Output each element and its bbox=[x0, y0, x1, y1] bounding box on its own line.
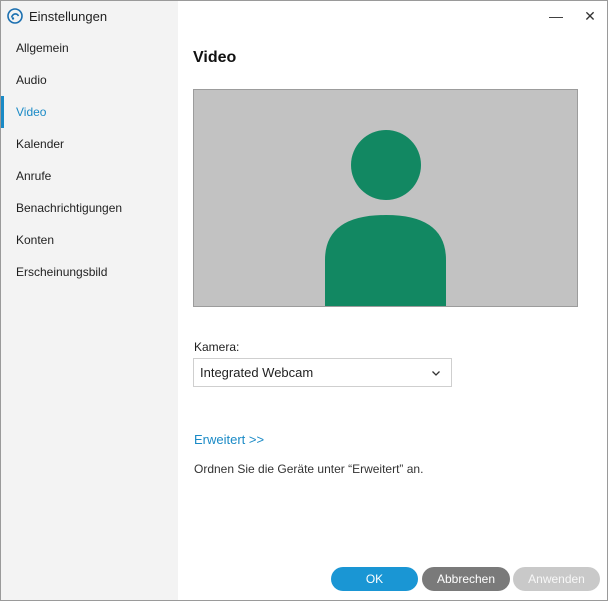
chevron-down-icon bbox=[431, 368, 441, 378]
settings-nav: Allgemein Audio Video Kalender Anrufe Be… bbox=[1, 32, 178, 288]
sidebar-item-konten[interactable]: Konten bbox=[1, 224, 178, 256]
skype-logo-icon bbox=[7, 8, 23, 24]
advanced-hint: Ordnen Sie die Geräte unter “Erweitert” … bbox=[194, 462, 424, 476]
window-title: Einstellungen bbox=[29, 8, 108, 24]
sidebar-item-video[interactable]: Video bbox=[1, 96, 178, 128]
apply-button[interactable]: Anwenden bbox=[513, 567, 600, 591]
minimize-button[interactable]: — bbox=[539, 5, 573, 27]
settings-window: Einstellungen Allgemein Audio Video Kale… bbox=[0, 0, 608, 601]
title-bar: Einstellungen bbox=[7, 7, 107, 25]
sidebar-item-benachrichtigungen[interactable]: Benachrichtigungen bbox=[1, 192, 178, 224]
person-avatar-icon bbox=[194, 90, 577, 306]
window-controls: — ✕ bbox=[539, 5, 607, 27]
sidebar-item-allgemein[interactable]: Allgemein bbox=[1, 32, 178, 64]
close-button[interactable]: ✕ bbox=[573, 5, 607, 27]
ok-button[interactable]: OK bbox=[331, 567, 418, 591]
camera-label: Kamera: bbox=[194, 340, 240, 354]
advanced-link[interactable]: Erweitert >> bbox=[194, 432, 264, 447]
sidebar-item-erscheinungsbild[interactable]: Erscheinungsbild bbox=[1, 256, 178, 288]
page-title: Video bbox=[193, 49, 237, 66]
camera-select[interactable]: Integrated Webcam bbox=[193, 358, 452, 387]
sidebar-item-kalender[interactable]: Kalender bbox=[1, 128, 178, 160]
cancel-button[interactable]: Abbrechen bbox=[422, 567, 510, 591]
camera-select-value: Integrated Webcam bbox=[200, 365, 314, 380]
camera-preview bbox=[193, 89, 578, 307]
sidebar-item-anrufe[interactable]: Anrufe bbox=[1, 160, 178, 192]
sidebar: Einstellungen Allgemein Audio Video Kale… bbox=[1, 1, 178, 600]
sidebar-item-audio[interactable]: Audio bbox=[1, 64, 178, 96]
close-icon: ✕ bbox=[584, 7, 596, 24]
minimize-icon: — bbox=[549, 8, 563, 24]
